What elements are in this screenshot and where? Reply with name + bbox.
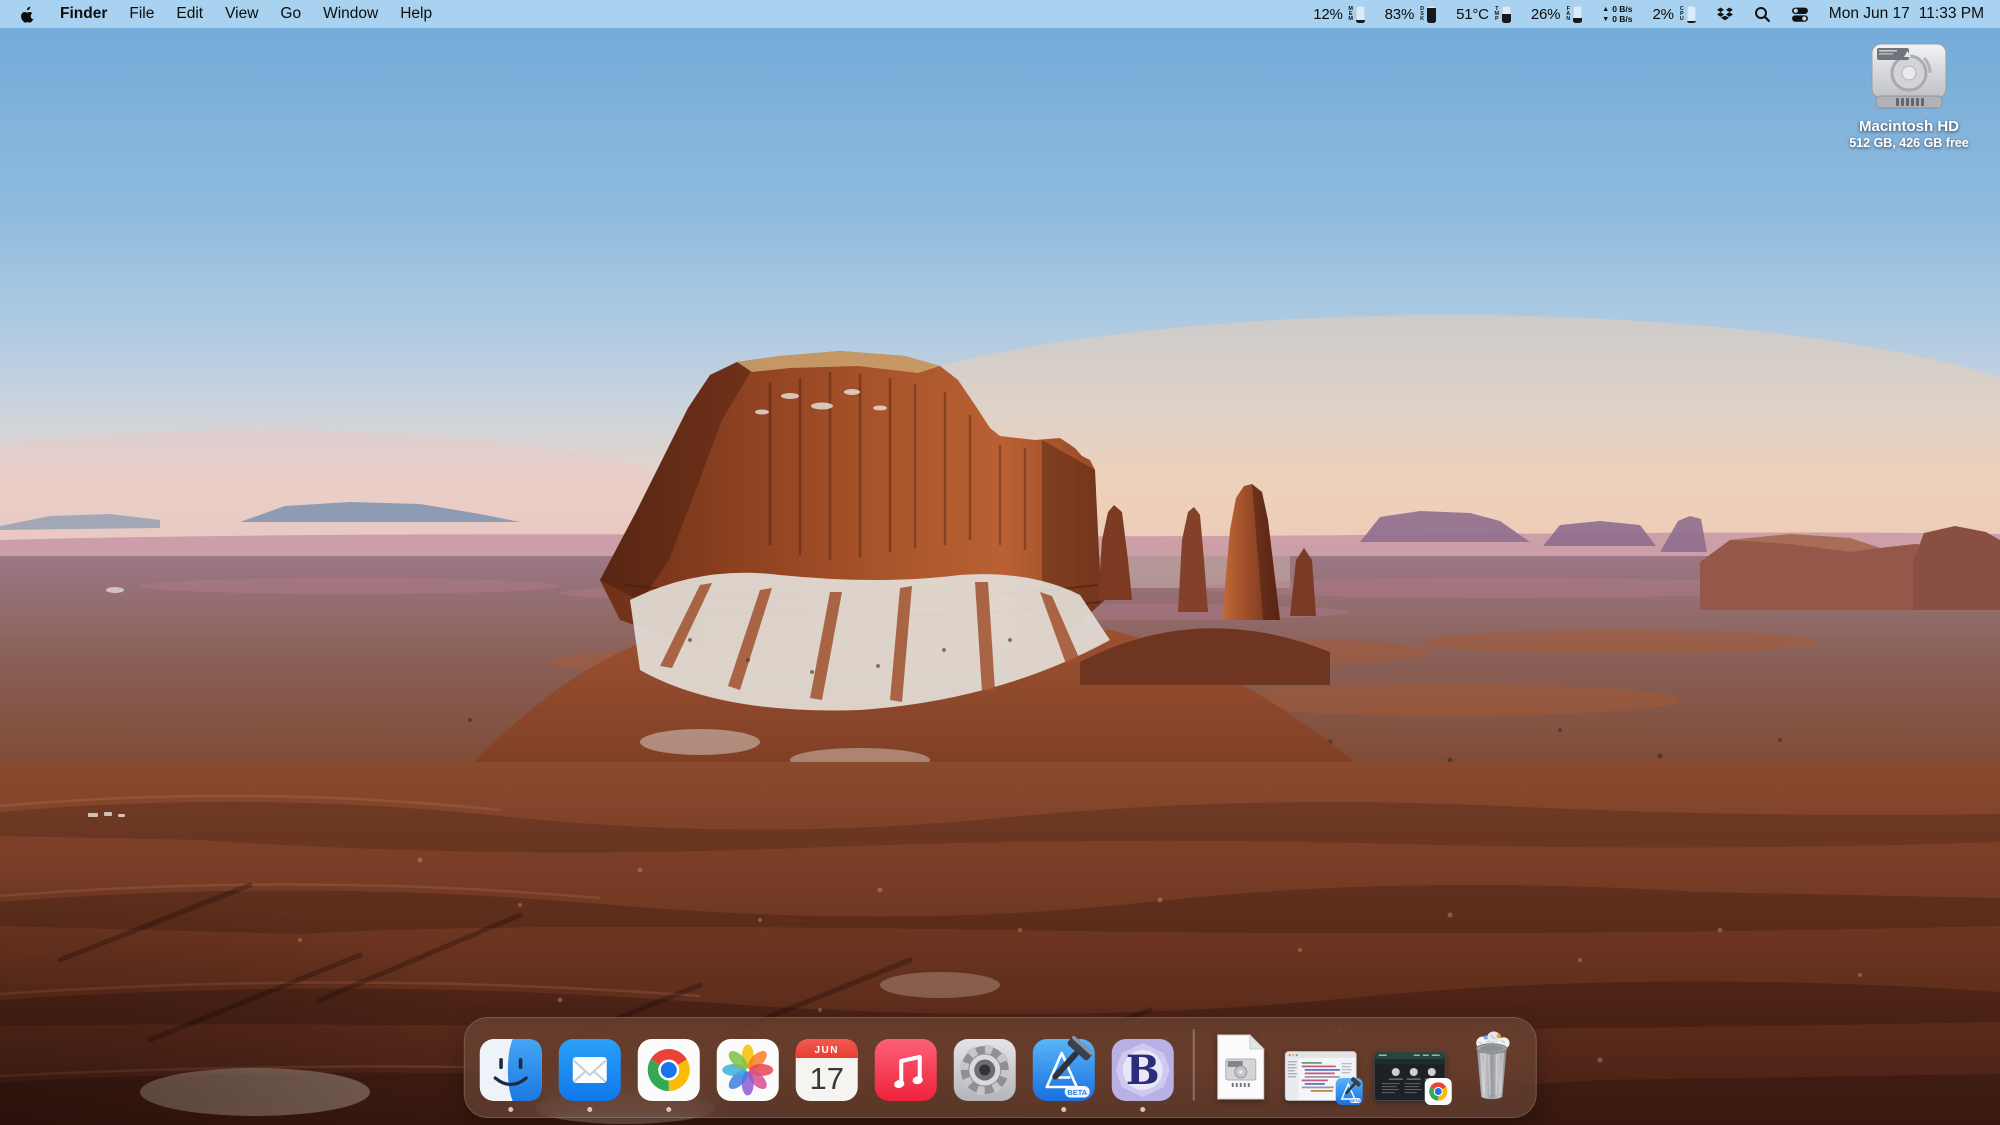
apple-logo-icon	[20, 5, 35, 23]
menu-bar-clock[interactable]: Mon Jun 17 11:33 PM	[1829, 5, 1984, 23]
dock-item-system-preferences[interactable]	[954, 1039, 1016, 1101]
status-network[interactable]: ▲0 B/s ▼0 B/s	[1602, 5, 1632, 24]
volume-capacity: 512 GB, 426 GB free	[1849, 136, 1969, 150]
running-indicator	[1061, 1107, 1066, 1112]
calendar-icon: JUN 17	[796, 1039, 858, 1101]
dock-item-chrome[interactable]	[638, 1039, 700, 1101]
status-cpu[interactable]: 2% CPU	[1653, 6, 1696, 23]
dock-divider[interactable]	[1193, 1029, 1195, 1101]
bbedit-letter: B	[1126, 1047, 1160, 1094]
svg-text:BETA: BETA	[1350, 1099, 1360, 1103]
cpu-gauge	[1687, 6, 1696, 23]
dock-item-mail[interactable]	[559, 1039, 621, 1101]
memory-gauge	[1356, 6, 1365, 23]
running-indicator	[666, 1107, 671, 1112]
control-center-icon[interactable]	[1791, 6, 1809, 23]
calendar-month: JUN	[814, 1045, 839, 1056]
xcode-badge-icon: BETA	[1335, 1078, 1362, 1105]
menu-view[interactable]: View	[214, 5, 269, 23]
status-memory[interactable]: 12% MEM	[1313, 6, 1364, 23]
dock-item-minimized-chrome-window[interactable]	[1373, 1051, 1445, 1101]
dock-item-photos[interactable]	[717, 1039, 779, 1101]
running-indicator	[1140, 1107, 1145, 1112]
status-disk[interactable]: 83% DSK	[1385, 6, 1436, 23]
mail-icon	[559, 1039, 621, 1101]
spotlight-icon[interactable]	[1754, 6, 1771, 23]
desktop-volume-macintosh-hd[interactable]: Macintosh HD 512 GB, 426 GB free	[1834, 38, 1984, 150]
system-preferences-icon	[954, 1039, 1016, 1101]
dock-item-music[interactable]	[875, 1039, 937, 1101]
music-icon	[875, 1039, 937, 1101]
disk-image-document-icon	[1213, 1033, 1267, 1101]
dock-item-finder[interactable]	[480, 1039, 542, 1101]
menu-help[interactable]: Help	[389, 5, 443, 23]
upload-arrow-icon: ▲	[1602, 5, 1609, 14]
menu-bar: Finder File Edit View Go Window Help 12%…	[0, 0, 2000, 28]
dock-item-xcode[interactable]: BETA	[1033, 1039, 1095, 1101]
photos-icon	[717, 1039, 779, 1101]
dock-item-calendar[interactable]: JUN 17	[796, 1039, 858, 1101]
chrome-icon	[638, 1039, 700, 1101]
desktop: Finder File Edit View Go Window Help 12%…	[0, 0, 2000, 1125]
menu-edit[interactable]: Edit	[165, 5, 214, 23]
status-fan[interactable]: 26% FAN	[1531, 6, 1582, 23]
dock-item-minimized-xcode-window[interactable]: BETA	[1284, 1051, 1356, 1101]
finder-icon	[480, 1039, 542, 1101]
dropbox-icon[interactable]	[1716, 6, 1734, 23]
volume-name: Macintosh HD	[1859, 118, 1959, 135]
status-temperature[interactable]: 51°C TMP	[1456, 6, 1511, 23]
temperature-gauge	[1502, 6, 1511, 23]
menu-go[interactable]: Go	[269, 5, 312, 23]
menu-window[interactable]: Window	[312, 5, 389, 23]
xcode-beta-icon: BETA	[1033, 1039, 1095, 1101]
trash-icon[interactable]	[1462, 1029, 1520, 1101]
hard-drive-icon	[1863, 38, 1955, 114]
trash-full-icon	[1462, 1029, 1520, 1101]
disk-gauge	[1427, 6, 1436, 23]
chrome-badge-icon	[1424, 1078, 1451, 1105]
menu-file[interactable]: File	[118, 5, 165, 23]
bbedit-icon: B	[1112, 1039, 1174, 1101]
menu-finder[interactable]: Finder	[49, 5, 118, 23]
running-indicator	[587, 1107, 592, 1112]
clock-time: 11:33 PM	[1919, 5, 1984, 23]
running-indicator	[508, 1107, 513, 1112]
calendar-day: 17	[810, 1061, 844, 1096]
download-arrow-icon: ▼	[1602, 15, 1609, 24]
fan-gauge	[1573, 6, 1582, 23]
desktop-wallpaper	[0, 0, 2000, 1125]
apple-menu[interactable]	[16, 5, 49, 23]
dock: JUN 17	[464, 1017, 1537, 1118]
dock-item-document[interactable]	[1213, 1033, 1267, 1101]
clock-date: Mon Jun 17	[1829, 5, 1910, 23]
beta-badge: BETA	[1067, 1088, 1087, 1097]
dock-item-bbedit[interactable]: B	[1112, 1039, 1174, 1101]
